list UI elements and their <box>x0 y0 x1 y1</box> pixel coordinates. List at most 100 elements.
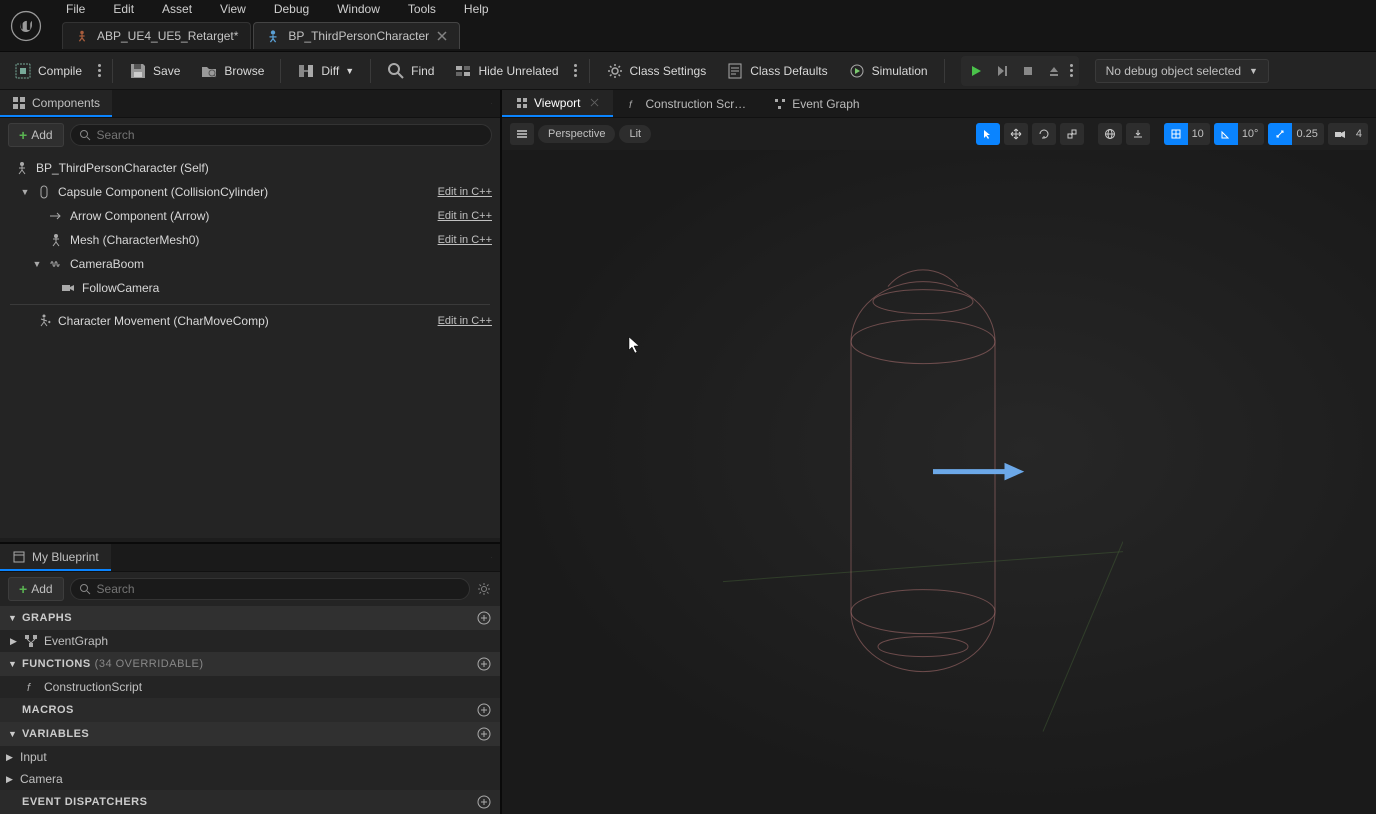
edit-cpp-link[interactable]: Edit in C++ <box>438 186 492 198</box>
simulation-button[interactable]: Simulation <box>840 58 936 84</box>
angle-icon <box>1220 128 1232 140</box>
find-button[interactable]: Find <box>379 58 442 84</box>
add-icon[interactable] <box>476 610 492 626</box>
grid-snap[interactable]: 10 <box>1164 123 1210 145</box>
edit-cpp-link[interactable]: Edit in C++ <box>438 234 492 246</box>
functions-header[interactable]: ▼Functions (34 OVERRIDABLE) <box>0 652 500 676</box>
angle-snap-toggle[interactable] <box>1214 123 1238 145</box>
tree-row[interactable]: FollowCamera <box>0 276 500 300</box>
close-icon[interactable] <box>491 553 500 562</box>
play-button[interactable] <box>963 58 989 84</box>
perspective-select[interactable]: Perspective <box>538 125 615 143</box>
function-item[interactable]: ▶ f ConstructionScript <box>0 676 500 698</box>
translate-tool[interactable] <box>1004 123 1028 145</box>
hide-options[interactable] <box>571 60 581 81</box>
surface-snap-toggle[interactable] <box>1126 123 1150 145</box>
close-icon[interactable] <box>491 99 500 108</box>
menu-debug[interactable]: Debug <box>260 0 323 18</box>
rotate-tool[interactable] <box>1032 123 1056 145</box>
simulation-icon <box>848 62 866 80</box>
scale-snap[interactable]: 0.25 <box>1268 123 1323 145</box>
stop-button[interactable] <box>1015 58 1041 84</box>
expand-icon[interactable]: ▼ <box>20 187 30 197</box>
grid-snap-toggle[interactable] <box>1164 123 1188 145</box>
compile-options[interactable] <box>94 60 104 81</box>
menu-asset[interactable]: Asset <box>148 0 206 18</box>
lit-select[interactable]: Lit <box>619 125 651 143</box>
menu-window[interactable]: Window <box>323 0 394 18</box>
scale-tool[interactable] <box>1060 123 1084 145</box>
myblueprint-tab[interactable]: My Blueprint <box>0 544 111 571</box>
viewport-menu-button[interactable] <box>510 123 534 145</box>
unreal-logo[interactable] <box>0 0 52 52</box>
expand-icon[interactable]: ▼ <box>32 259 42 269</box>
edit-cpp-link[interactable]: Edit in C++ <box>438 210 492 222</box>
hide-icon <box>454 62 472 80</box>
graphs-header[interactable]: ▼Graphs <box>0 606 500 630</box>
browse-icon <box>200 62 218 80</box>
world-space-toggle[interactable] <box>1098 123 1122 145</box>
menu-view[interactable]: View <box>206 0 260 18</box>
graph-item[interactable]: ▶ EventGraph <box>0 630 500 652</box>
add-icon[interactable] <box>476 794 492 810</box>
blueprint-search[interactable] <box>70 578 470 600</box>
variables-header[interactable]: ▼Variables <box>0 722 500 746</box>
search-input[interactable] <box>97 128 483 142</box>
camera-speed[interactable]: 4 <box>1328 123 1368 145</box>
add-component-button[interactable]: + Add <box>8 123 64 147</box>
dispatchers-header[interactable]: Event Dispatchers <box>0 790 500 814</box>
snap-icon <box>1132 128 1144 140</box>
angle-snap[interactable]: 10° <box>1214 123 1265 145</box>
doc-tab-character[interactable]: BP_ThirdPersonCharacter <box>253 22 460 49</box>
play-options[interactable] <box>1067 60 1077 81</box>
doc-tab-retarget[interactable]: ABP_UE4_UE5_Retarget* <box>62 22 251 49</box>
debug-object-select[interactable]: No debug object selected ▼ <box>1095 59 1269 83</box>
menu-edit[interactable]: Edit <box>99 0 148 18</box>
menu-file[interactable]: File <box>52 0 99 18</box>
tree-row[interactable]: ▼ CameraBoom <box>0 252 500 276</box>
globe-icon <box>1104 128 1116 140</box>
tree-root[interactable]: BP_ThirdPersonCharacter (Self) <box>0 156 500 180</box>
variable-category[interactable]: ▶Camera <box>0 768 500 790</box>
scale-icon <box>1066 128 1078 140</box>
tree-row[interactable]: Character Movement (CharMoveComp) Edit i… <box>0 309 500 333</box>
eject-icon <box>1047 64 1061 78</box>
class-settings-button[interactable]: Class Settings <box>598 58 715 84</box>
grid-icon <box>1170 128 1182 140</box>
components-search[interactable] <box>70 124 492 146</box>
viewport-tab[interactable]: Viewport <box>502 90 613 117</box>
menu-tools[interactable]: Tools <box>394 0 450 18</box>
class-defaults-button[interactable]: Class Defaults <box>718 58 835 84</box>
edit-cpp-link[interactable]: Edit in C++ <box>438 315 492 327</box>
components-tab[interactable]: Components <box>0 90 112 117</box>
eventgraph-tab[interactable]: Event Graph <box>760 90 873 117</box>
add-icon[interactable] <box>476 702 492 718</box>
menu-help[interactable]: Help <box>450 0 503 18</box>
step-button[interactable] <box>989 58 1015 84</box>
close-icon[interactable] <box>437 31 447 41</box>
add-blueprint-button[interactable]: + Add <box>8 577 64 601</box>
plus-icon: + <box>19 127 27 143</box>
eject-button[interactable] <box>1041 58 1067 84</box>
tree-row[interactable]: Arrow Component (Arrow) Edit in C++ <box>0 204 500 228</box>
construction-tab[interactable]: f Construction Scr… <box>613 90 760 117</box>
macros-header[interactable]: Macros <box>0 698 500 722</box>
compile-button[interactable]: Compile <box>6 58 90 84</box>
viewport-3d[interactable] <box>502 150 1376 814</box>
gear-icon[interactable] <box>476 581 492 597</box>
scale-snap-toggle[interactable] <box>1268 123 1292 145</box>
hide-unrelated-button[interactable]: Hide Unrelated <box>446 58 566 84</box>
tree-row[interactable]: ▼ Capsule Component (CollisionCylinder) … <box>0 180 500 204</box>
diff-button[interactable]: Diff ▼ <box>289 58 362 84</box>
browse-button[interactable]: Browse <box>192 58 272 84</box>
add-icon[interactable] <box>476 726 492 742</box>
save-button[interactable]: Save <box>121 58 188 84</box>
close-icon[interactable] <box>590 98 599 107</box>
search-input[interactable] <box>97 582 461 596</box>
tree-row[interactable]: Mesh (CharacterMesh0) Edit in C++ <box>0 228 500 252</box>
select-tool[interactable] <box>976 123 1000 145</box>
variable-category[interactable]: ▶Input <box>0 746 500 768</box>
compile-icon <box>14 62 32 80</box>
add-icon[interactable] <box>476 656 492 672</box>
camera-speed-button[interactable] <box>1328 123 1352 145</box>
